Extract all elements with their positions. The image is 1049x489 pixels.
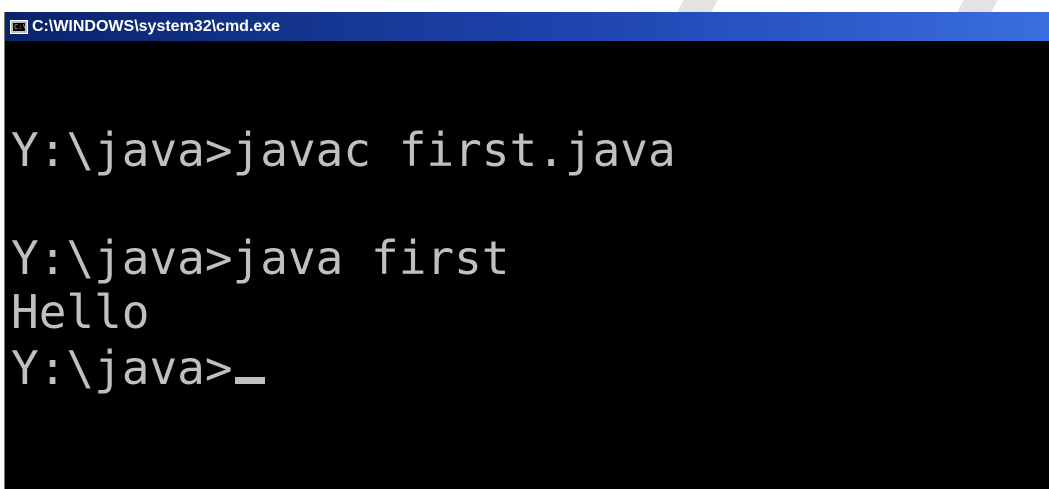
console-line: Y:\java>java first <box>11 231 510 285</box>
console-line: Y:\java>javac first.java <box>11 123 676 177</box>
console-prompt: Y:\java> <box>11 341 233 395</box>
console-area[interactable]: Y:\java>javac first.java Y:\java>java fi… <box>5 41 1049 489</box>
cmd-window[interactable]: C:\ C:\WINDOWS\system32\cmd.exe Y:\java>… <box>4 12 1049 489</box>
window-title: C:\WINDOWS\system32\cmd.exe <box>32 17 281 35</box>
window-titlebar[interactable]: C:\ C:\WINDOWS\system32\cmd.exe <box>5 12 1049 41</box>
console-output: Hello <box>11 285 150 339</box>
cmd-icon-text: C:\ <box>13 22 25 31</box>
screenshot-page: C:\ C:\WINDOWS\system32\cmd.exe Y:\java>… <box>0 0 1049 489</box>
text-cursor <box>234 377 265 384</box>
cmd-icon[interactable]: C:\ <box>10 19 28 34</box>
console-prompt-line[interactable]: Y:\java> <box>11 344 265 392</box>
